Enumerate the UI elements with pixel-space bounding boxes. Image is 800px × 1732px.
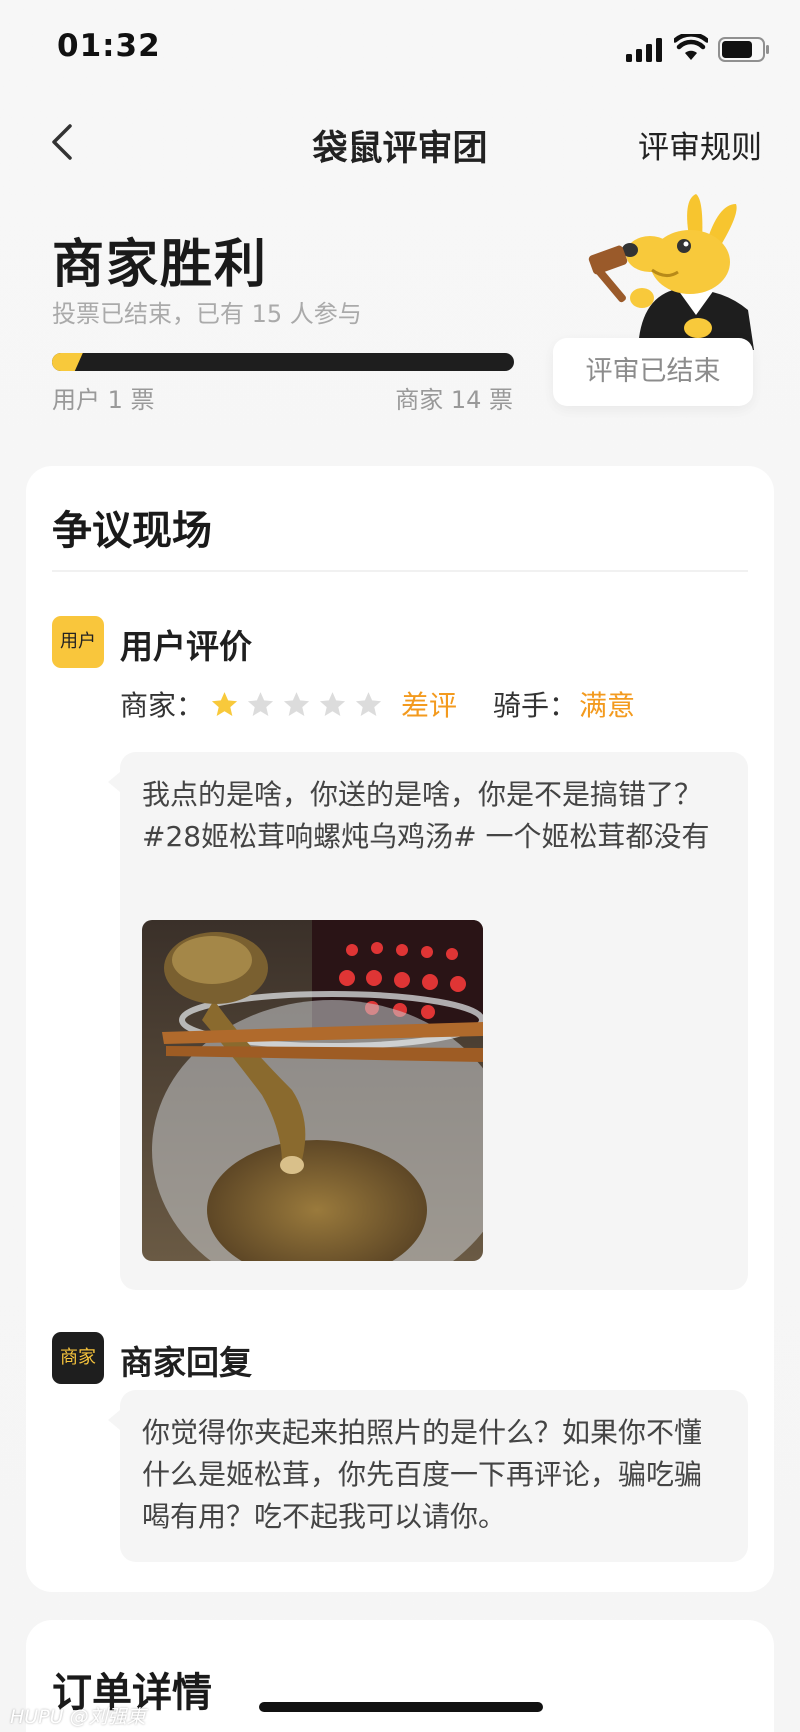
star-icon xyxy=(211,691,238,716)
vote-info: 投票已结束，已有 15 人参与 xyxy=(52,300,362,328)
divider xyxy=(52,570,748,572)
verdict-result: 商家胜利 xyxy=(52,235,269,295)
review-ended-badge: 评审已结束 xyxy=(553,338,753,406)
home-indicator xyxy=(259,1702,543,1712)
merchant-rating-value: 差评 xyxy=(401,689,458,722)
star-icon xyxy=(283,691,310,716)
watermark: HUPU @刘强東 xyxy=(10,1706,146,1728)
signal-icon xyxy=(626,38,662,62)
user-review-bubble: 我点的是啥，你送的是啥，你是不是搞错了？#28姬松茸响螺炖乌鸡汤# 一个姬松茸都… xyxy=(108,752,748,1290)
wifi-icon xyxy=(674,34,708,60)
status-bar: 01:32 xyxy=(0,0,800,100)
user-tag: 用户 xyxy=(52,616,104,668)
nav-bar: 袋鼠评审团 评审规则 xyxy=(0,100,800,186)
user-review-title: 用户评价 xyxy=(120,627,252,666)
merchant-rating-label: 商家： xyxy=(120,689,205,722)
kangaroo-judge-mascot xyxy=(588,194,754,350)
review-photo[interactable] xyxy=(142,920,483,1261)
star-icon xyxy=(355,691,382,716)
dispute-title: 争议现场 xyxy=(52,508,212,554)
merchant-votes-label: 商家 14 票 xyxy=(395,386,513,414)
user-votes-label: 用户 1 票 xyxy=(52,386,155,414)
merchant-tag: 商家 xyxy=(52,1332,104,1384)
rider-rating-label: 骑手： xyxy=(493,689,578,722)
dispute-card: 争议现场 用户 用户评价 商家： 差评 骑手： 满意 我点的是啥，你送的是啥，你… xyxy=(26,466,774,1592)
user-review-text: 我点的是啥，你送的是啥，你是不是搞错了？#28姬松茸响螺炖乌鸡汤# 一个姬松茸都… xyxy=(142,778,710,853)
battery-icon xyxy=(718,37,769,62)
star-icon xyxy=(319,691,346,716)
star-icon xyxy=(247,691,274,716)
user-vote-fill xyxy=(52,353,83,371)
review-rules-link[interactable]: 评审规则 xyxy=(638,122,762,167)
rider-rating-value: 满意 xyxy=(579,689,636,722)
star-rating xyxy=(210,690,383,719)
status-time: 01:32 xyxy=(57,28,161,64)
rating-row: 商家： 差评 骑手： 满意 xyxy=(120,684,635,724)
vote-progress-bar xyxy=(52,353,514,371)
merchant-reply-text: 你觉得你夹起来拍照片的是什么？如果你不懂什么是姬松茸，你先百度一下再评论，骗吃骗… xyxy=(142,1416,703,1533)
merchant-reply-bubble: 你觉得你夹起来拍照片的是什么？如果你不懂什么是姬松茸，你先百度一下再评论，骗吃骗… xyxy=(108,1390,748,1562)
merchant-reply-title: 商家回复 xyxy=(120,1343,252,1382)
